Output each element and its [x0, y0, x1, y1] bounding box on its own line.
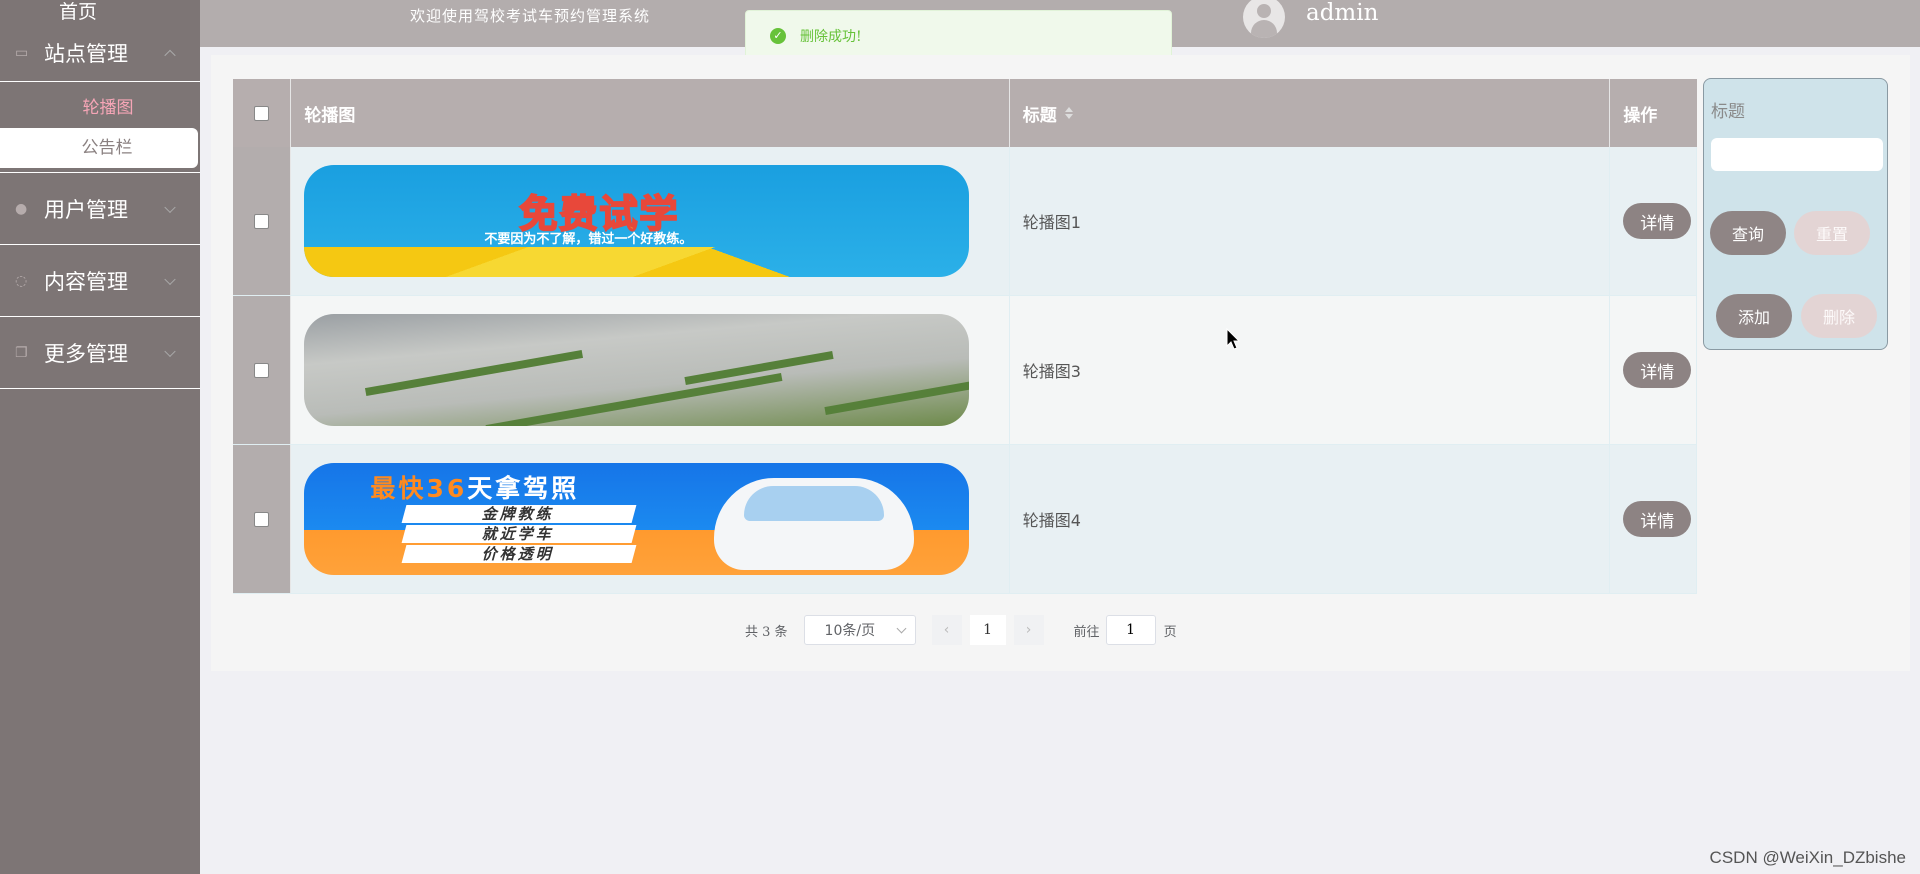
row-select-cell: [233, 445, 292, 593]
chevron-up-icon: [164, 49, 176, 61]
chevron-down-icon: [164, 273, 176, 285]
row-checkbox[interactable]: [254, 362, 270, 378]
sort-icon[interactable]: [1064, 107, 1073, 119]
mouse-cursor-icon: [1226, 328, 1241, 350]
page-unit-label: 页: [1163, 624, 1177, 640]
title-cell: 轮播图3: [1010, 296, 1611, 444]
table-header: 轮播图 标题 操作: [233, 79, 1697, 147]
banner-image-36-days: 最快36天拿驾照 金牌教练 就近学车 价格透明: [304, 463, 970, 575]
image-cell: [291, 296, 1010, 444]
banner-mountains: [304, 247, 970, 277]
header-actions: 操作: [1623, 105, 1658, 126]
submenu-site: 轮播图 公告栏: [0, 82, 200, 173]
search-title-label: 标题: [1711, 102, 1745, 122]
user-icon: ●: [15, 200, 28, 217]
car-illustration: [714, 478, 915, 570]
search-panel: 标题 查询 重置 添加 删除: [1703, 78, 1888, 350]
goto-label: 前往: [1073, 624, 1100, 640]
banner-tag: 金牌教练: [402, 505, 637, 523]
menu-home[interactable]: 首页: [0, 0, 156, 24]
header-select-all: [233, 79, 292, 147]
menu-label: 更多管理: [44, 341, 128, 366]
grass-strip: [824, 381, 970, 415]
page-size-select[interactable]: 10条/页: [803, 615, 916, 645]
carousel-table: 轮播图 标题 操作 免费试学 不要因为不了解，错过一个好教练。 轮播图1 详情: [233, 79, 1697, 594]
banner-subtext: 不要因为不了解，错过一个好教练。: [484, 232, 693, 247]
banner-headline: 最快36天拿驾照: [370, 469, 579, 505]
grass-strip: [486, 373, 783, 426]
banner-image-training-ground: [304, 314, 970, 426]
menu-site-management[interactable]: ▭ 站点管理: [0, 24, 200, 82]
delete-button[interactable]: 删除: [1801, 294, 1877, 338]
action-cell: 详情: [1610, 445, 1697, 593]
username[interactable]: admin: [1306, 0, 1378, 26]
header-title[interactable]: 标题: [1010, 79, 1611, 147]
grass-strip: [365, 349, 584, 397]
chat-icon: ◌: [15, 272, 28, 289]
monitor-icon: ▭: [15, 44, 29, 61]
prev-page-icon[interactable]: ‹: [931, 615, 962, 645]
reset-button[interactable]: 重置: [1794, 211, 1870, 255]
avatar[interactable]: [1243, 0, 1285, 38]
table-row: 轮播图3 详情: [233, 296, 1697, 445]
row-checkbox[interactable]: [254, 213, 270, 229]
menu-user-management[interactable]: ● 用户管理: [0, 173, 200, 245]
header-title-label: 标题: [1022, 105, 1057, 126]
title-cell: 轮播图1: [1010, 147, 1611, 295]
image-cell: 免费试学 不要因为不了解，错过一个好教练。: [291, 147, 1010, 295]
menu-label: 用户管理: [44, 197, 128, 222]
goto-page-input[interactable]: [1105, 615, 1156, 645]
detail-button[interactable]: 详情: [1623, 352, 1692, 388]
page-number-1[interactable]: 1: [969, 615, 1006, 645]
chevron-down-icon: [164, 345, 176, 357]
success-check-icon: ✓: [770, 28, 786, 44]
total-count: 共 3 条: [745, 624, 788, 640]
add-button[interactable]: 添加: [1716, 294, 1792, 338]
chevron-down-icon: [164, 201, 176, 213]
next-page-icon[interactable]: ›: [1013, 615, 1044, 645]
table-row: 最快36天拿驾照 金牌教练 就近学车 价格透明 轮播图4 详情: [233, 445, 1697, 594]
search-title-input[interactable]: [1711, 138, 1883, 171]
menu-more-management[interactable]: ❐ 更多管理: [0, 317, 200, 389]
detail-button[interactable]: 详情: [1623, 203, 1692, 239]
avatar-body-icon: [1251, 20, 1277, 38]
headline-part: 最快: [370, 474, 427, 503]
title-cell: 轮播图4: [1010, 445, 1611, 593]
banner-image-free-trial: 免费试学 不要因为不了解，错过一个好教练。: [304, 165, 970, 277]
headline-part: 天拿驾照: [467, 474, 580, 503]
submenu-item-carousel[interactable]: 轮播图: [0, 88, 200, 128]
banner-tag: 价格透明: [402, 545, 637, 563]
detail-button[interactable]: 详情: [1623, 501, 1692, 537]
select-all-checkbox[interactable]: [254, 105, 270, 121]
menu-label: 内容管理: [44, 269, 128, 294]
watermark: CSDN @WeiXin_DZbishe: [1709, 848, 1906, 867]
menu-label: 站点管理: [44, 41, 128, 66]
copy-icon: ❐: [15, 344, 28, 361]
banner-tag: 就近学车: [402, 525, 637, 543]
sidebar: 首页 ▭ 站点管理 轮播图 公告栏 ● 用户管理 ◌ 内容管理 ❐ 更多管理: [0, 0, 200, 874]
action-cell: 详情: [1610, 147, 1697, 295]
row-checkbox[interactable]: [254, 511, 270, 527]
query-button[interactable]: 查询: [1710, 211, 1786, 255]
row-select-cell: [233, 147, 292, 295]
submenu-item-notice[interactable]: 公告栏: [0, 128, 198, 168]
avatar-head-icon: [1257, 4, 1271, 18]
table-row: 免费试学 不要因为不了解，错过一个好教练。 轮播图1 详情: [233, 147, 1697, 296]
action-cell: 详情: [1610, 296, 1697, 444]
toast-message: 删除成功!: [800, 29, 862, 45]
pagination: 共 3 条 10条/页 ‹ 1 › 前往 页: [745, 614, 1177, 646]
system-title: 欢迎使用驾校考试车预约管理系统: [410, 7, 651, 25]
header-image: 轮播图: [291, 79, 1010, 147]
image-cell: 最快36天拿驾照 金牌教练 就近学车 价格透明: [291, 445, 1010, 593]
row-select-cell: [233, 296, 292, 444]
menu-content-management[interactable]: ◌ 内容管理: [0, 245, 200, 317]
headline-number: 36: [426, 474, 468, 503]
